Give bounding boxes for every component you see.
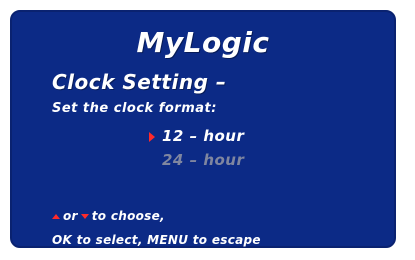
- app-title: MyLogic: [136, 26, 270, 59]
- option-24-hour[interactable]: 24 – hour: [162, 151, 244, 169]
- tv-menu-screen: MyLogic Clock Setting – Set the clock fo…: [10, 10, 396, 248]
- hint-choose-text: to choose,: [91, 209, 165, 223]
- navigation-hint: or to choose,: [52, 209, 165, 223]
- option-12-hour[interactable]: 12 – hour: [162, 127, 244, 145]
- down-arrow-icon: [80, 214, 89, 219]
- hint-or-text: or: [63, 209, 78, 223]
- menu-prompt: Set the clock format:: [52, 101, 217, 116]
- select-escape-hint: OK to select, MENU to escape: [52, 233, 261, 247]
- selection-pointer-icon: [149, 132, 155, 142]
- up-arrow-icon: [52, 214, 60, 219]
- page-heading: Clock Setting –: [52, 70, 227, 94]
